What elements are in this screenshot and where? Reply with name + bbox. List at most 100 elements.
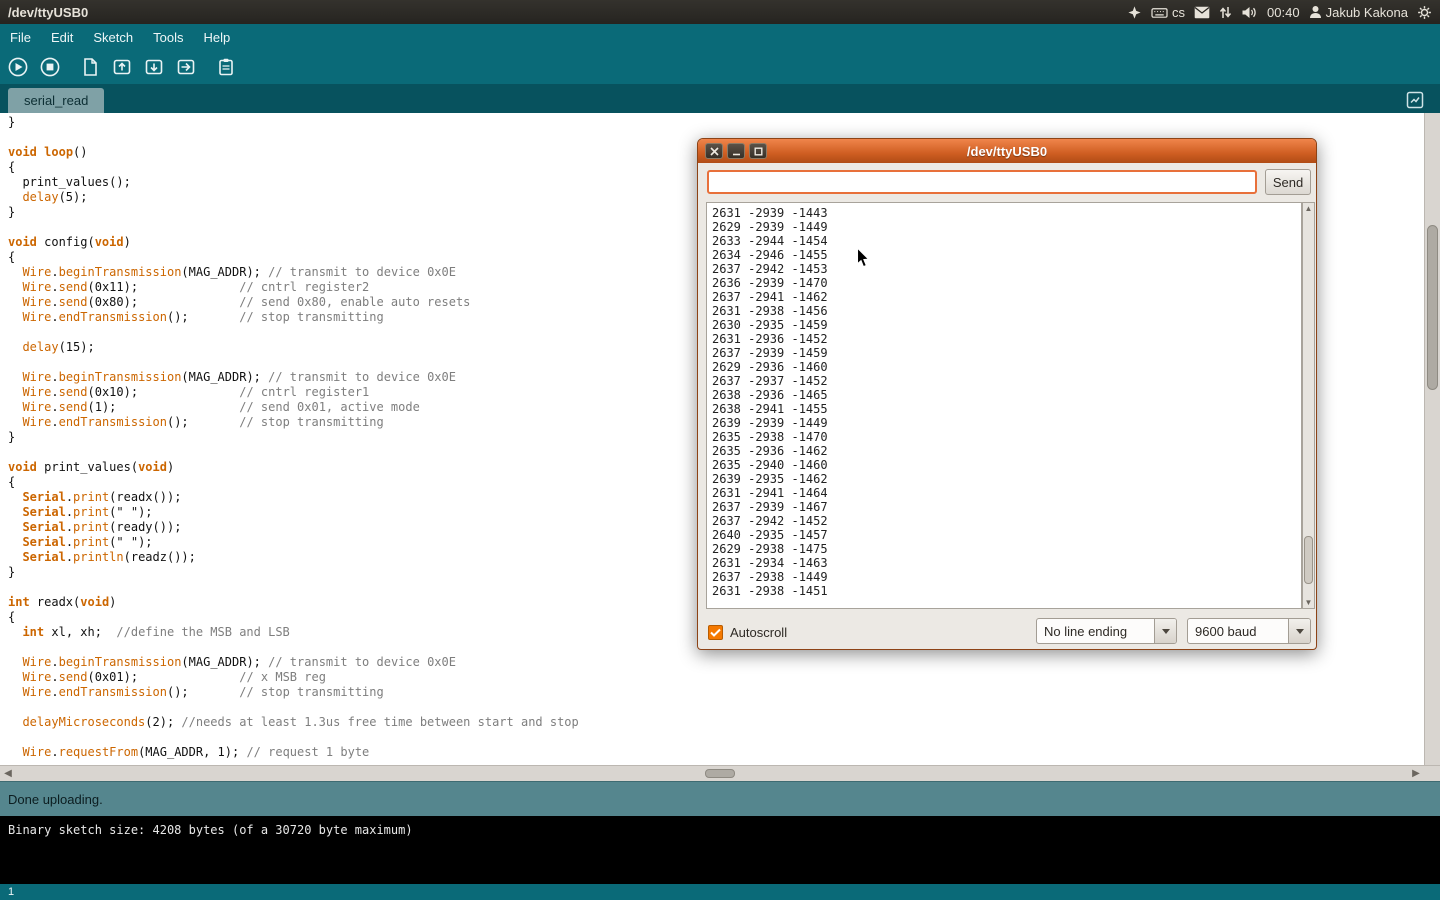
serial-monitor-window: /dev/ttyUSB0 Send 2631 -2939 -14432629 -… <box>697 138 1317 650</box>
tab-bar: serial_read <box>0 84 1440 113</box>
desktop-top-panel: /dev/ttyUSB0 cs 00:40 Jakub Kakona <box>0 0 1440 24</box>
network-sync-icon[interactable] <box>1219 5 1232 20</box>
serial-line: 2637 -2939 -1467 <box>712 500 1296 514</box>
serial-line: 2629 -2936 -1460 <box>712 360 1296 374</box>
code-line: Wire.beginTransmission(MAG_ADDR); // tra… <box>8 655 1424 670</box>
tab-serial-read[interactable]: serial_read <box>8 88 104 113</box>
line-number-strip: 1 <box>0 884 1440 900</box>
editor-vertical-scrollbar[interactable] <box>1424 113 1440 765</box>
editor-vertical-scrollbar-thumb[interactable] <box>1427 225 1438 390</box>
stop-button[interactable] <box>37 54 63 80</box>
check-icon <box>710 628 721 637</box>
code-line: Wire.send(0x01); // x MSB reg <box>8 670 1424 685</box>
clock-label: 00:40 <box>1267 5 1300 20</box>
verify-icon <box>7 56 29 78</box>
new-sketch-button[interactable] <box>77 54 103 80</box>
serial-monitor-controls: Autoscroll No line ending 9600 baud <box>698 615 1316 649</box>
save-sketch-button[interactable] <box>141 54 167 80</box>
serial-scroll-up-arrow[interactable]: ▲ <box>1303 203 1314 214</box>
menu-file[interactable]: File <box>0 26 41 49</box>
serial-line: 2637 -2937 -1452 <box>712 374 1296 388</box>
menu-edit[interactable]: Edit <box>41 26 83 49</box>
status-bar: Done uploading. <box>0 781 1440 816</box>
send-button[interactable]: Send <box>1265 169 1311 195</box>
serial-line: 2636 -2939 -1470 <box>712 276 1296 290</box>
code-line <box>8 700 1424 715</box>
volume-icon[interactable] <box>1241 5 1258 20</box>
serial-send-input[interactable] <box>707 170 1257 194</box>
baud-rate-dropdown[interactable]: 9600 baud <box>1187 618 1311 644</box>
line-ending-dropdown[interactable]: No line ending <box>1036 618 1177 644</box>
autoscroll-label: Autoscroll <box>730 625 787 640</box>
serial-line: 2637 -2941 -1462 <box>712 290 1296 304</box>
serial-monitor-button[interactable] <box>213 54 239 80</box>
serial-line: 2637 -2938 -1449 <box>712 570 1296 584</box>
minimize-icon <box>732 147 741 156</box>
new-file-icon <box>79 56 101 78</box>
serial-line: 2635 -2938 -1470 <box>712 430 1296 444</box>
autoscroll-checkbox[interactable] <box>708 625 723 640</box>
serial-line: 2631 -2938 -1456 <box>712 304 1296 318</box>
serial-line: 2639 -2939 -1449 <box>712 416 1296 430</box>
serial-output-scrollbar[interactable]: ▲ ▼ <box>1302 202 1315 609</box>
maximize-button[interactable] <box>749 143 767 159</box>
serial-line: 2637 -2942 -1452 <box>712 514 1296 528</box>
serial-line: 2637 -2939 -1459 <box>712 346 1296 360</box>
chevron-down-icon[interactable] <box>1288 619 1310 643</box>
close-button[interactable] <box>705 143 723 159</box>
open-icon <box>111 56 133 78</box>
serial-line: 2629 -2939 -1449 <box>712 220 1296 234</box>
serial-line: 2639 -2935 -1462 <box>712 472 1296 486</box>
maximize-icon <box>754 147 763 156</box>
serial-line: 2640 -2935 -1457 <box>712 528 1296 542</box>
tab-menu-button[interactable] <box>1404 89 1426 111</box>
serial-monitor-icon <box>215 56 237 78</box>
open-sketch-button[interactable] <box>109 54 135 80</box>
chevron-down-icon[interactable] <box>1154 619 1176 643</box>
serial-line: 2634 -2946 -1455 <box>712 248 1296 262</box>
session-gear-icon[interactable] <box>1417 5 1432 20</box>
serial-line: 2631 -2939 -1443 <box>712 206 1296 220</box>
menu-help[interactable]: Help <box>193 26 240 49</box>
indicator-icon[interactable] <box>1127 5 1142 20</box>
serial-scroll-down-arrow[interactable]: ▼ <box>1303 597 1314 608</box>
mail-icon[interactable] <box>1194 6 1210 19</box>
keyboard-layout-indicator[interactable]: cs <box>1151 5 1185 20</box>
serial-line: 2638 -2941 -1455 <box>712 402 1296 416</box>
serial-monitor-title: /dev/ttyUSB0 <box>967 144 1047 159</box>
user-menu[interactable]: Jakub Kakona <box>1309 5 1408 20</box>
serial-line: 2631 -2938 -1451 <box>712 584 1296 598</box>
user-name-label: Jakub Kakona <box>1326 5 1408 20</box>
serial-line: 2633 -2944 -1454 <box>712 234 1296 248</box>
serial-monitor-title-bar[interactable]: /dev/ttyUSB0 <box>698 139 1316 163</box>
verify-button[interactable] <box>5 54 31 80</box>
code-line: Wire.endTransmission(); // stop transmit… <box>8 685 1424 700</box>
scroll-right-arrow[interactable]: ▶ <box>1408 766 1424 782</box>
serial-line: 2631 -2936 -1452 <box>712 332 1296 346</box>
upload-icon <box>175 56 197 78</box>
current-line-number: 1 <box>8 886 14 898</box>
menu-tools[interactable]: Tools <box>143 26 193 49</box>
serial-line: 2629 -2938 -1475 <box>712 542 1296 556</box>
serial-line: 2631 -2934 -1463 <box>712 556 1296 570</box>
minimize-button[interactable] <box>727 143 745 159</box>
editor-horizontal-scrollbar-thumb[interactable] <box>705 769 735 778</box>
line-ending-value: No line ending <box>1037 619 1154 643</box>
console-line: Binary sketch size: 4208 bytes (of a 307… <box>8 823 413 837</box>
code-line: } <box>8 115 1424 130</box>
serial-line: 2631 -2941 -1464 <box>712 486 1296 500</box>
upload-button[interactable] <box>173 54 199 80</box>
menu-sketch[interactable]: Sketch <box>83 26 143 49</box>
serial-scrollbar-thumb[interactable] <box>1304 536 1313 584</box>
menu-bar: File Edit Sketch Tools Help <box>0 24 1440 50</box>
serial-line: 2637 -2942 -1453 <box>712 262 1296 276</box>
baud-rate-value: 9600 baud <box>1188 619 1288 643</box>
serial-line: 2630 -2935 -1459 <box>712 318 1296 332</box>
clock[interactable]: 00:40 <box>1267 5 1300 20</box>
code-line: delayMicroseconds(2); //needs at least 1… <box>8 715 1424 730</box>
scroll-left-arrow[interactable]: ◀ <box>0 766 16 782</box>
console-output: Binary sketch size: 4208 bytes (of a 307… <box>0 816 1440 884</box>
serial-line: 2635 -2940 -1460 <box>712 458 1296 472</box>
code-line: Wire.requestFrom(MAG_ADDR, 1); // reques… <box>8 745 1424 760</box>
serial-output: 2631 -2939 -14432629 -2939 -14492633 -29… <box>706 202 1302 609</box>
